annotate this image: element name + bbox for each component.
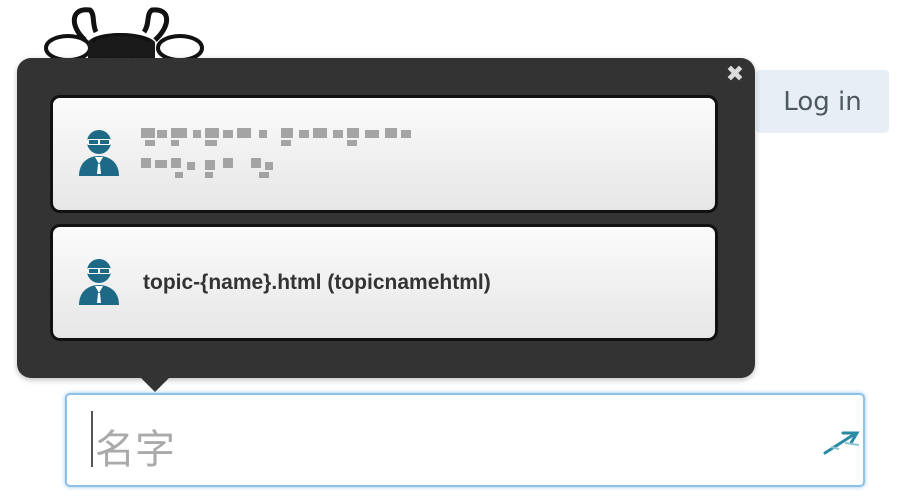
close-icon[interactable]: ✖ — [724, 64, 746, 86]
redacted-text — [141, 128, 411, 178]
user-sunglasses-icon — [79, 130, 119, 176]
app-stage: namemhen Log in ✖ — [0, 0, 923, 500]
user-sunglasses-icon — [79, 259, 119, 305]
account-option-1[interactable] — [50, 95, 718, 213]
account-option-label: topic-{name}.html (topicnamehtml) — [143, 271, 491, 294]
arrow-go-icon[interactable] — [823, 425, 863, 457]
account-option-2[interactable]: topic-{name}.html (topicnamehtml) — [50, 224, 718, 341]
login-button[interactable]: Log in — [756, 70, 889, 133]
search-placeholder: 名字 — [95, 427, 175, 473]
text-caret — [91, 411, 93, 467]
name-search-input[interactable]: 名字 — [65, 393, 865, 487]
popup-arrow — [140, 377, 170, 392]
